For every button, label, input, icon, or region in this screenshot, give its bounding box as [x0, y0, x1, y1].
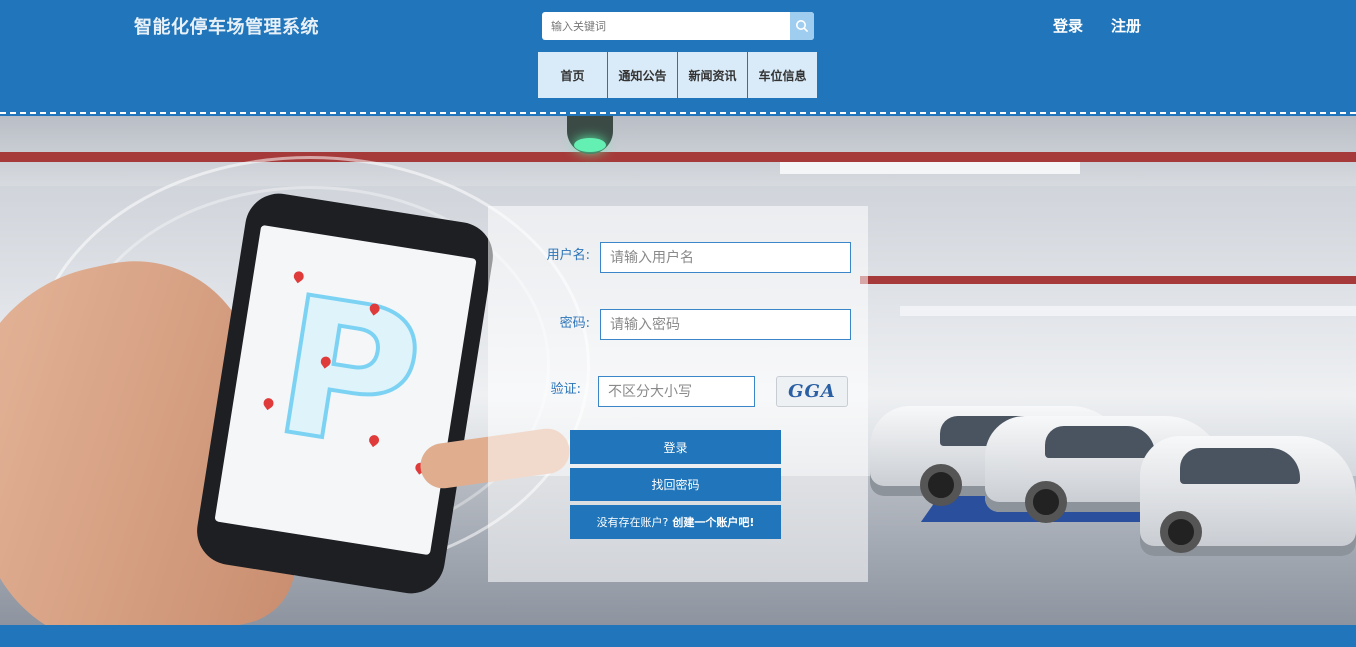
site-title: 智能化停车场管理系统: [134, 17, 319, 38]
pipe-decor: [860, 276, 1356, 284]
nav-item-parking-info[interactable]: 车位信息: [748, 52, 817, 98]
site-footer: [0, 625, 1356, 647]
search-input[interactable]: [542, 12, 790, 40]
car-wheel: [1160, 511, 1202, 553]
site-header: 智能化停车场管理系统 登录 注册 首页 通知公告 新闻资讯 车位信息: [0, 0, 1356, 114]
captcha-label: 验证:: [550, 382, 581, 397]
register-prompt-bar: 没有存在账户? 创建一个账户吧!: [570, 505, 781, 539]
captcha-image[interactable]: GGA: [776, 376, 848, 407]
car-wheel: [920, 464, 962, 506]
parking-lamp-light: [574, 138, 606, 152]
light-decor: [900, 306, 1356, 316]
recover-password-button[interactable]: 找回密码: [570, 468, 781, 501]
search-button[interactable]: [790, 12, 814, 40]
nav-item-news[interactable]: 新闻资讯: [678, 52, 747, 98]
search-box: [542, 12, 814, 40]
captcha-input[interactable]: [598, 376, 755, 407]
nav-item-notices[interactable]: 通知公告: [608, 52, 677, 98]
light-decor: [780, 162, 1080, 174]
parking-p-icon: P: [261, 253, 437, 497]
login-button[interactable]: 登录: [570, 430, 781, 464]
car-wheel: [1025, 481, 1067, 523]
nav-item-home[interactable]: 首页: [538, 52, 607, 98]
username-label: 用户名:: [546, 248, 590, 263]
register-link[interactable]: 创建一个账户吧!: [672, 514, 754, 530]
car-window: [1045, 426, 1155, 458]
phone-screen: P: [214, 224, 477, 556]
captcha-code: GGA: [788, 381, 836, 402]
register-prompt-text: 没有存在账户?: [596, 516, 669, 529]
password-input[interactable]: [600, 309, 851, 340]
pipe-decor: [0, 152, 1356, 162]
main-nav: 首页 通知公告 新闻资讯 车位信息: [538, 52, 818, 98]
password-label: 密码:: [559, 316, 590, 331]
car-window: [1180, 448, 1300, 484]
header-login-link[interactable]: 登录: [1053, 15, 1083, 36]
username-input[interactable]: [600, 242, 851, 273]
header-register-link[interactable]: 注册: [1111, 15, 1141, 36]
